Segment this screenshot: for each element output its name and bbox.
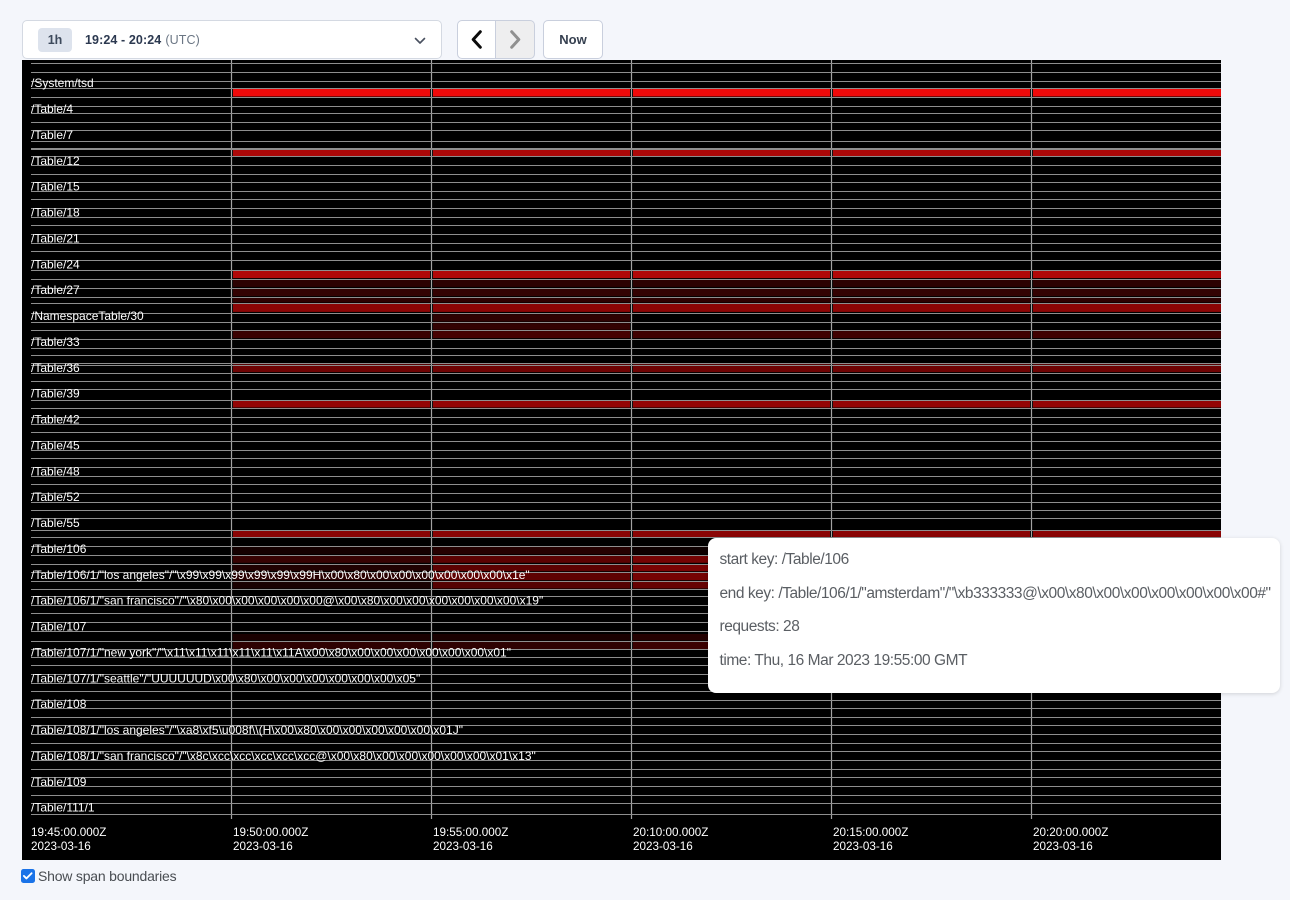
svg-text:/Table/7: /Table/7 bbox=[31, 128, 73, 142]
svg-text:2023-03-16: 2023-03-16 bbox=[233, 840, 293, 853]
svg-text:20:20:00.000Z: 20:20:00.000Z bbox=[1033, 826, 1108, 839]
svg-text:/Table/107/1/"seattle"/"UUUUUU: /Table/107/1/"seattle"/"UUUUUUD\x00\x80\… bbox=[31, 671, 420, 685]
svg-text:/Table/45: /Table/45 bbox=[31, 438, 80, 452]
svg-text:/Table/21: /Table/21 bbox=[31, 231, 80, 245]
svg-text:19:45:00.000Z: 19:45:00.000Z bbox=[31, 826, 106, 839]
svg-text:2023-03-16: 2023-03-16 bbox=[1033, 840, 1093, 853]
svg-text:/Table/108/1/"san francisco"/": /Table/108/1/"san francisco"/"\x8c\xcc\x… bbox=[31, 749, 536, 763]
svg-text:/Table/106/1/"san francisco"/": /Table/106/1/"san francisco"/"\x80\x00\x… bbox=[31, 594, 543, 608]
svg-text:/Table/107/1/"new york"/"\x11\: /Table/107/1/"new york"/"\x11\x11\x11\x1… bbox=[31, 646, 511, 660]
svg-text:19:50:00.000Z: 19:50:00.000Z bbox=[233, 826, 308, 839]
svg-text:/Table/108: /Table/108 bbox=[31, 697, 87, 711]
svg-text:/Table/36: /Table/36 bbox=[31, 361, 80, 375]
svg-text:/Table/4: /Table/4 bbox=[31, 102, 73, 116]
svg-text:/Table/107: /Table/107 bbox=[31, 620, 87, 634]
svg-text:/Table/109: /Table/109 bbox=[31, 775, 87, 789]
svg-text:2023-03-16: 2023-03-16 bbox=[833, 840, 893, 853]
svg-text:19:55:00.000Z: 19:55:00.000Z bbox=[433, 826, 508, 839]
svg-text:/Table/12: /Table/12 bbox=[31, 154, 80, 168]
svg-text:/Table/55: /Table/55 bbox=[31, 516, 80, 530]
svg-text:2023-03-16: 2023-03-16 bbox=[31, 840, 91, 853]
svg-text:/Table/106/1/"los angeles"/"\x: /Table/106/1/"los angeles"/"\x99\x99\x99… bbox=[31, 568, 530, 582]
svg-text:/Table/42: /Table/42 bbox=[31, 413, 80, 427]
svg-text:/NamespaceTable/30: /NamespaceTable/30 bbox=[31, 309, 144, 323]
svg-text:/Table/52: /Table/52 bbox=[31, 490, 80, 504]
svg-text:/Table/24: /Table/24 bbox=[31, 257, 80, 271]
svg-text:/Table/108/1/"los angeles"/"\x: /Table/108/1/"los angeles"/"\xa8\xf5\u00… bbox=[31, 723, 463, 737]
svg-text:2023-03-16: 2023-03-16 bbox=[633, 840, 693, 853]
svg-text:/System/tsd: /System/tsd bbox=[31, 76, 94, 90]
svg-text:/Table/15: /Table/15 bbox=[31, 180, 80, 194]
svg-text:/Table/33: /Table/33 bbox=[31, 335, 80, 349]
svg-text:2023-03-16: 2023-03-16 bbox=[433, 840, 493, 853]
svg-text:/Table/48: /Table/48 bbox=[31, 464, 80, 478]
svg-text:/Table/39: /Table/39 bbox=[31, 387, 80, 401]
svg-text:/Table/18: /Table/18 bbox=[31, 206, 80, 220]
svg-text:/Table/111/1: /Table/111/1 bbox=[31, 801, 95, 815]
svg-text:20:15:00.000Z: 20:15:00.000Z bbox=[833, 826, 908, 839]
svg-text:/Table/106: /Table/106 bbox=[31, 542, 87, 556]
svg-text:/Table/27: /Table/27 bbox=[31, 283, 80, 297]
svg-text:20:10:00.000Z: 20:10:00.000Z bbox=[633, 826, 708, 839]
